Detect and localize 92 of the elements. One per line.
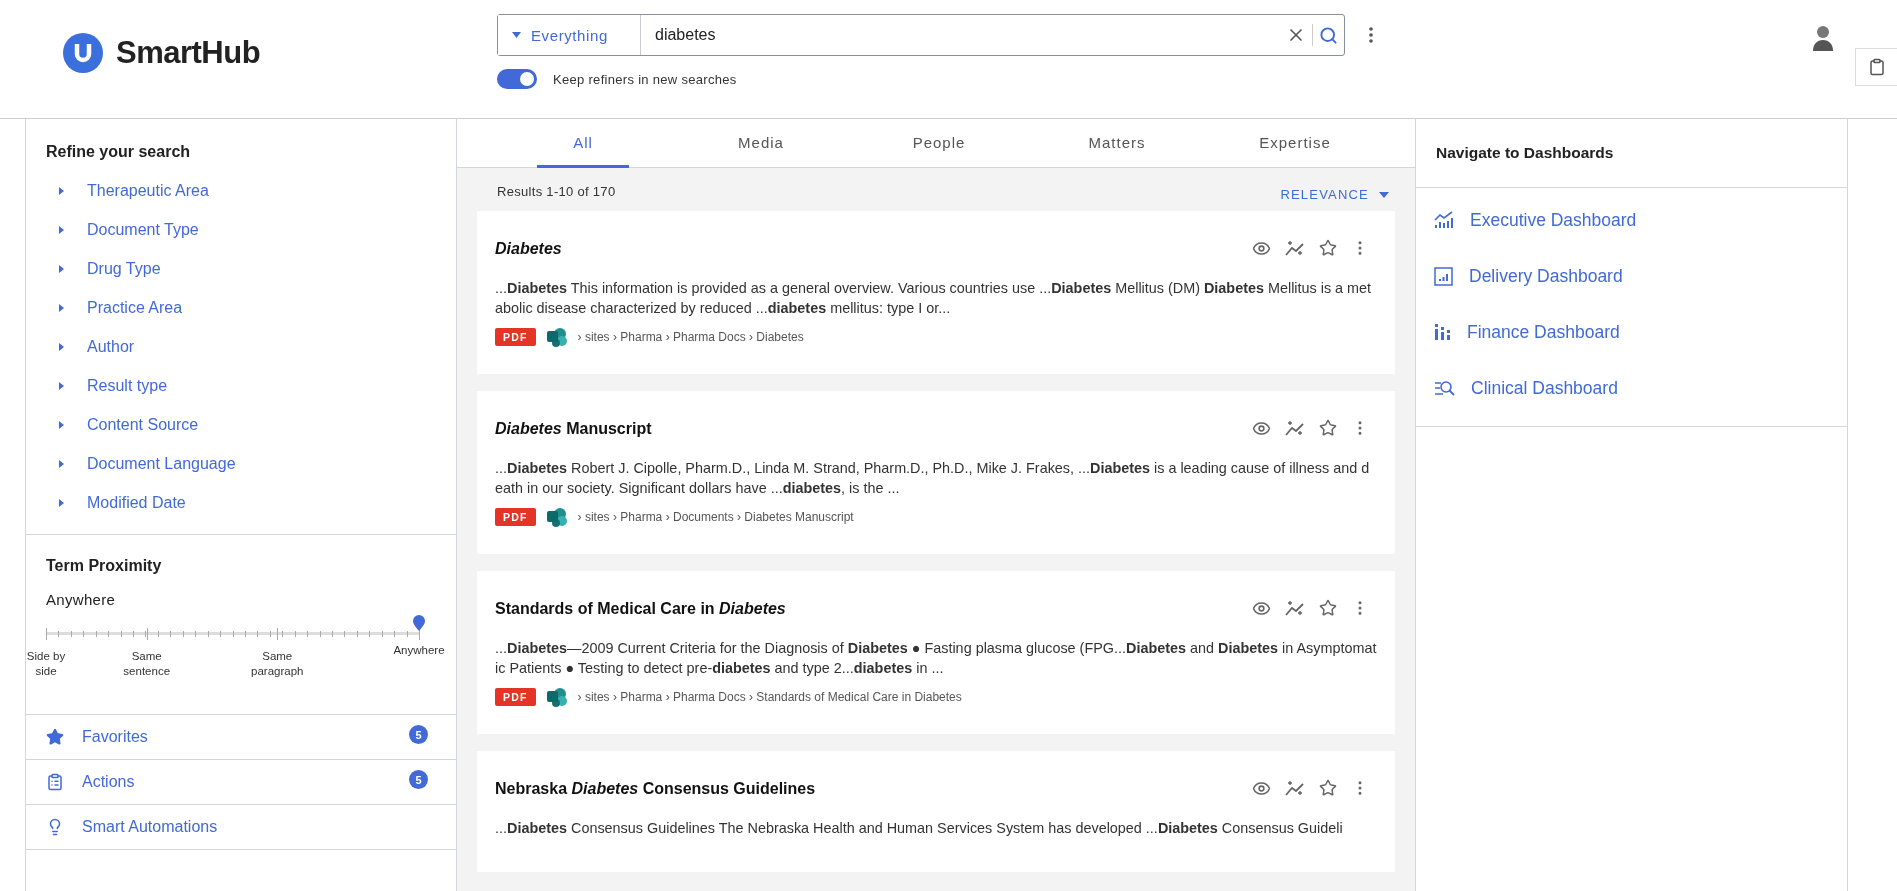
scope-dropdown[interactable]: Everything (498, 15, 641, 55)
dashboard-link[interactable]: Clinical Dashboard (1416, 360, 1624, 416)
breadcrumb-path[interactable]: › sites › Pharma › Pharma Docs › Diabetes (577, 330, 804, 344)
bar-chart-icon (1434, 266, 1453, 286)
result-title[interactable]: Standards of Medical Care in Diabetes (495, 599, 786, 618)
file-type-badge: PDF (495, 328, 536, 346)
slider-label: Same sentence (122, 649, 172, 679)
star-icon[interactable] (1319, 239, 1337, 257)
sparkle-chart-icon[interactable] (1285, 599, 1305, 618)
toggle-label: Keep refiners in new searches (553, 71, 737, 87)
brand-name: SmartHub (116, 35, 261, 71)
star-icon (46, 728, 64, 746)
preview-icon[interactable] (1252, 419, 1271, 438)
refiner-item[interactable]: Therapeutic Area (46, 171, 209, 210)
bar-chart-icon (1434, 324, 1451, 340)
refiner-item[interactable]: Document Type (46, 210, 199, 249)
dashboard-link[interactable]: Executive Dashboard (1416, 192, 1643, 248)
result-snippet: ...Diabetes This information is provided as a general overview. Various countries use ...Diabetes Mellitus (DM) Diabetes Mellitus is a metabolic disease characterized by reduced ...diabetes mellitus: type I or... (495, 279, 1373, 318)
result-snippet: ...Diabetes—2009 Current Criteria for the Diagnosis of Diabetes ● Fasting plasma glucose (FPG...Diabetes and Diabetes in Asymptomatic Patients ● Testing to detect pre-diabetes and type 2...diabetes in ... (495, 639, 1377, 678)
chart-icon (1434, 211, 1454, 229)
site-icon (545, 326, 568, 348)
shortcut-item[interactable]: Actions 5 (26, 760, 456, 805)
result-title[interactable]: Nebraska Diabetes Consensus Guidelines (495, 779, 816, 798)
search-icon (1319, 25, 1338, 45)
breadcrumb-path[interactable]: › sites › Pharma › Pharma Docs › Standards of Medical Care in Diabetes (577, 690, 962, 704)
slider-label: Same paragraph (250, 649, 305, 679)
breadcrumb-path[interactable]: › sites › Pharma › Documents › Diabetes Manuscript (577, 510, 854, 524)
tab[interactable]: Expertise (1206, 119, 1384, 169)
sort-dropdown[interactable]: RELEVANCE (1274, 186, 1395, 203)
clipboard-button[interactable] (1855, 48, 1897, 86)
clipboard-icon (46, 773, 64, 791)
caret-icon (58, 224, 65, 235)
results-count: Results 1-10 of 170 (497, 184, 616, 199)
refiner-item[interactable]: Practice Area (46, 288, 183, 327)
logo-icon (63, 33, 103, 73)
slider-label: Anywhere (392, 643, 446, 658)
tab[interactable]: Media (672, 119, 850, 169)
result-snippet: ...Diabetes Consensus Guidelines The Nebraska Health and Human Services System has developed ...Diabetes Consensus Guideli (495, 819, 1344, 838)
more-icon (1369, 27, 1373, 43)
file-type-badge: PDF (495, 508, 536, 526)
refiner-item[interactable]: Drug Type (46, 249, 161, 288)
shortcut-item[interactable]: Favorites 5 (26, 715, 456, 760)
site-icon (545, 506, 568, 528)
preview-icon[interactable] (1252, 599, 1271, 618)
section-title: Refine your search (46, 143, 192, 161)
site-icon (545, 686, 568, 708)
caret-icon (58, 263, 65, 274)
star-icon[interactable] (1319, 599, 1337, 617)
count-badge: 5 (409, 725, 428, 744)
preview-icon[interactable] (1252, 779, 1271, 798)
caret-icon (58, 380, 65, 391)
panel-title: Navigate to Dashboards (1416, 119, 1847, 188)
caret-icon (512, 32, 521, 38)
caret-icon (58, 302, 65, 313)
caret-icon (1379, 191, 1389, 198)
caret-icon (58, 497, 65, 508)
result-title[interactable]: Diabetes Manuscript (495, 419, 652, 438)
tab[interactable]: People (850, 119, 1028, 169)
shortcut-item[interactable]: Smart Automations (26, 805, 456, 850)
slider-label: Side by side (25, 649, 67, 679)
sparkle-chart-icon[interactable] (1285, 779, 1305, 798)
sparkle-chart-icon[interactable] (1285, 239, 1305, 258)
result-title[interactable]: Diabetes (495, 239, 562, 258)
refiner-item[interactable]: Document Language (46, 444, 236, 483)
search-field[interactable]: Everything diabetes (497, 14, 1345, 56)
star-icon[interactable] (1319, 779, 1337, 797)
caret-icon (58, 341, 65, 352)
slider-thumb[interactable] (412, 614, 426, 632)
refiner-item[interactable]: Author (46, 327, 135, 366)
avatar-icon[interactable] (1811, 24, 1835, 52)
proximity-slider[interactable] (43, 612, 423, 642)
dashboard-link[interactable]: Delivery Dashboard (1416, 248, 1629, 304)
file-type-badge: PDF (495, 688, 536, 706)
clipboard-icon (1867, 58, 1886, 76)
tab[interactable]: Matters (1028, 119, 1206, 169)
list-search-icon (1434, 379, 1455, 397)
dashboard-link[interactable]: Finance Dashboard (1416, 304, 1626, 360)
toggle-switch[interactable] (497, 69, 537, 89)
result-snippet: ...Diabetes Robert J. Cipolle, Pharm.D., Linda M. Strand, Pharm.D., Ph.D., Mike J. Frakes, ...Diabetes is a leading cause of illness and death in our society. Significant dollars have ...diabetes, is the ... (495, 459, 1371, 498)
preview-icon[interactable] (1252, 239, 1271, 258)
section-title: Term Proximity (46, 557, 163, 575)
count-badge: 5 (409, 770, 428, 789)
tab[interactable]: All (494, 119, 672, 169)
caret-icon (58, 419, 65, 430)
caret-icon (58, 185, 65, 196)
refiner-item[interactable]: Content Source (46, 405, 199, 444)
refiner-item[interactable]: Modified Date (46, 483, 186, 522)
star-icon[interactable] (1319, 419, 1337, 437)
caret-icon (58, 458, 65, 469)
sparkle-chart-icon[interactable] (1285, 419, 1305, 438)
proximity-value: Anywhere (46, 591, 117, 608)
refiner-item[interactable]: Result type (46, 366, 168, 405)
